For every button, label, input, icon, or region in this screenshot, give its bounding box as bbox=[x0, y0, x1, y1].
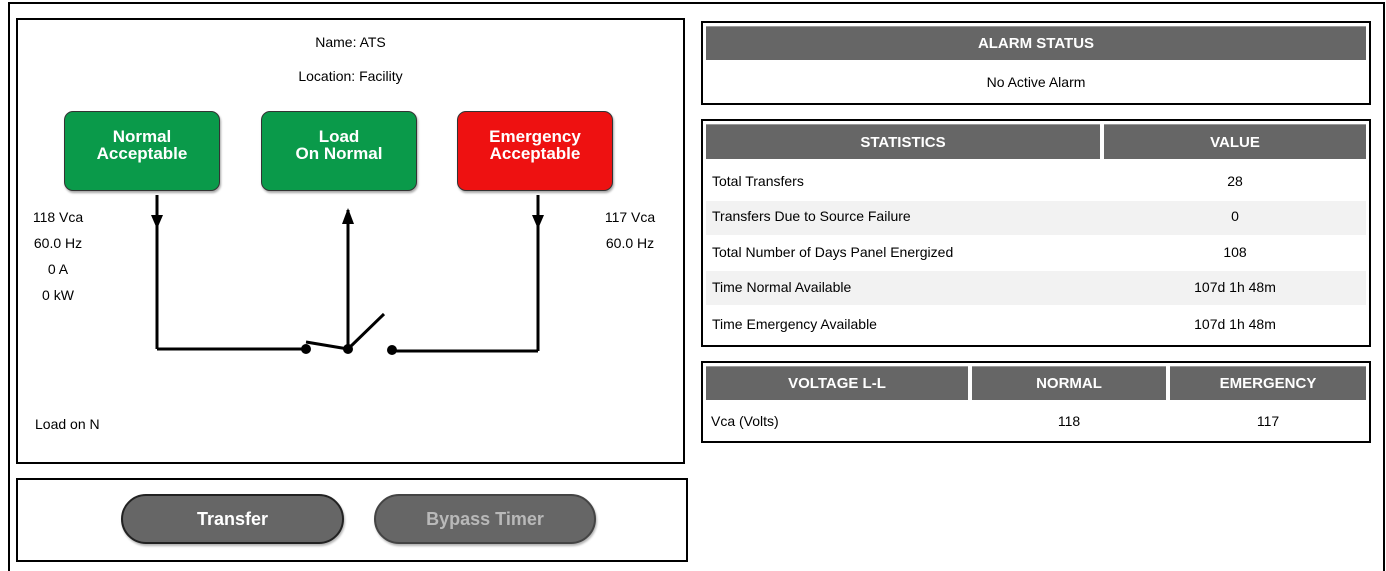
switch-blade bbox=[346, 312, 386, 351]
alarm-status-panel: ALARM STATUS No Active Alarm bbox=[701, 21, 1371, 105]
statistics-panel: STATISTICS VALUE Total Transfers 28 Tran… bbox=[701, 119, 1371, 347]
stats-value: 107d 1h 48m bbox=[1194, 316, 1276, 332]
controls-panel: Transfer Bypass Timer bbox=[16, 478, 688, 562]
transfer-button[interactable]: Transfer bbox=[121, 494, 344, 544]
load-up-arrow bbox=[342, 208, 354, 224]
value-header: VALUE bbox=[1104, 124, 1366, 159]
stats-value: 0 bbox=[1231, 208, 1239, 224]
ats-diagram-panel: Name: ATS Location: Facility Normal Acce… bbox=[16, 18, 685, 464]
outer-frame-top bbox=[8, 2, 1384, 4]
voltage-normal-value: 118 bbox=[1057, 413, 1081, 429]
alarm-status-header: ALARM STATUS bbox=[706, 26, 1366, 60]
voltage-label: Vca (Volts) bbox=[711, 413, 779, 429]
stats-label: Transfers Due to Source Failure bbox=[712, 208, 911, 224]
outer-frame-left bbox=[8, 2, 10, 571]
transfer-switch-schematic bbox=[151, 195, 544, 355]
normal-header: NORMAL bbox=[972, 366, 1166, 400]
stats-label: Total Transfers bbox=[712, 173, 804, 189]
emergency-header: EMERGENCY bbox=[1170, 366, 1366, 400]
emergency-down-arrow bbox=[532, 215, 544, 229]
statistics-header: STATISTICS bbox=[706, 124, 1100, 159]
switch-link bbox=[305, 340, 349, 351]
stats-label: Time Emergency Available bbox=[712, 316, 877, 332]
normal-contact-dot bbox=[301, 344, 311, 354]
stats-label: Total Number of Days Panel Energized bbox=[712, 244, 954, 260]
voltage-panel: VOLTAGE L-L NORMAL EMERGENCY Vca (Volts)… bbox=[701, 361, 1371, 443]
outer-frame-right bbox=[1383, 2, 1385, 571]
voltage-ll-header: VOLTAGE L-L bbox=[706, 366, 968, 400]
normal-down-arrow bbox=[151, 215, 163, 229]
stats-value: 28 bbox=[1227, 173, 1243, 189]
load-on-indicator: Load on N bbox=[35, 416, 100, 432]
stats-value: 107d 1h 48m bbox=[1194, 279, 1276, 295]
emergency-contact-dot bbox=[387, 345, 397, 355]
stats-label: Time Normal Available bbox=[712, 279, 852, 295]
alarm-message: No Active Alarm bbox=[986, 74, 1086, 90]
bypass-timer-button[interactable]: Bypass Timer bbox=[374, 494, 596, 544]
voltage-emergency-value: 117 bbox=[1256, 413, 1280, 429]
stats-value: 108 bbox=[1223, 244, 1247, 260]
